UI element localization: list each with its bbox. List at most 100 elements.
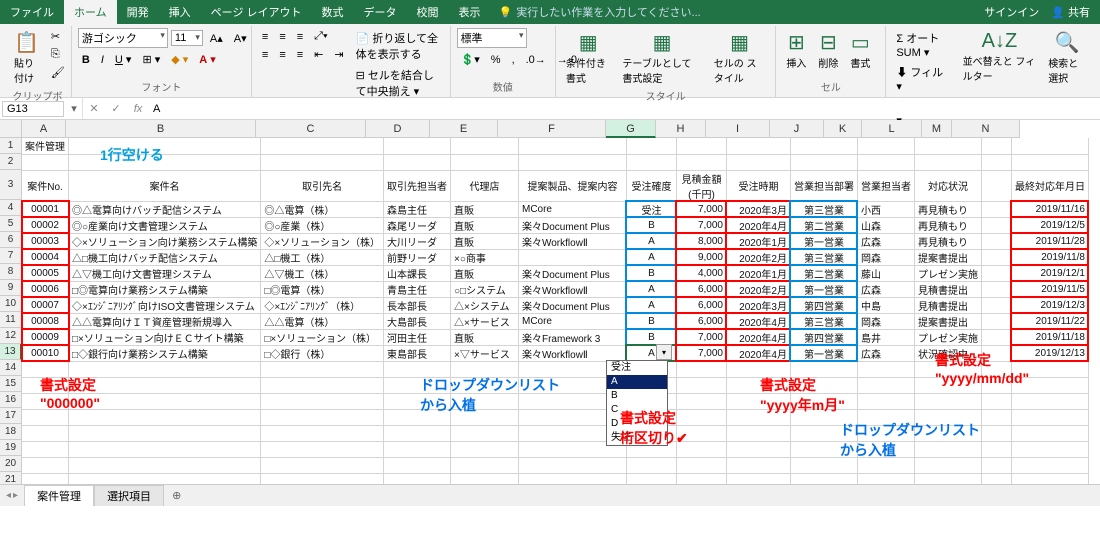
header-C[interactable]: 取引先名 xyxy=(261,170,384,201)
cell-E6[interactable]: 直販 xyxy=(450,233,518,249)
cell-I12[interactable]: 2020年4月 xyxy=(726,329,790,345)
cell-G11[interactable]: B xyxy=(626,313,676,329)
cell-F4[interactable]: MCore xyxy=(518,201,626,217)
row-header-20[interactable]: 20 xyxy=(0,456,22,472)
row-header-16[interactable]: 16 xyxy=(0,392,22,408)
header-M[interactable] xyxy=(981,170,1011,201)
col-header-D[interactable]: D xyxy=(366,120,430,138)
menu-tab-挿入[interactable]: 挿入 xyxy=(159,0,201,24)
paste-button[interactable]: 📋 貼り付け xyxy=(10,28,43,87)
row-header-18[interactable]: 18 xyxy=(0,424,22,440)
menu-tab-データ[interactable]: データ xyxy=(354,0,407,24)
cell-J8[interactable]: 第二営業 xyxy=(790,265,857,281)
dropdown-item-受注[interactable]: 受注 xyxy=(607,361,667,375)
currency-button[interactable]: 💲▾ xyxy=(457,51,484,68)
number-format-select[interactable]: 標準 xyxy=(457,28,527,48)
cell-M9[interactable] xyxy=(981,281,1011,297)
cell-H10[interactable]: 6,000 xyxy=(676,297,726,313)
indent-inc-button[interactable]: ⇥ xyxy=(330,46,347,63)
cell-A10[interactable]: 00007 xyxy=(22,297,69,313)
format-as-table-button[interactable]: ▦テーブルとして 書式設定 xyxy=(618,28,705,87)
align-center-button[interactable]: ≡ xyxy=(275,47,289,63)
percent-button[interactable]: % xyxy=(487,52,505,68)
row-header-17[interactable]: 17 xyxy=(0,408,22,424)
cell-A13[interactable]: 00010 xyxy=(22,345,69,361)
cell-H13[interactable]: 7,000 xyxy=(676,345,726,361)
cell-F6[interactable]: 楽々WorkflowⅡ xyxy=(518,233,626,249)
col-header-F[interactable]: F xyxy=(498,120,606,138)
fill-color-button[interactable]: ◆ ▾ xyxy=(167,51,192,68)
col-header-C[interactable]: C xyxy=(256,120,366,138)
cell-B13[interactable]: □◇銀行向け業務システム構築 xyxy=(69,345,261,361)
cell-J12[interactable]: 第四営業 xyxy=(790,329,857,345)
cell-L10[interactable]: 見積書提出 xyxy=(914,297,981,313)
validation-dropdown-list[interactable]: 受注ABCD失注 xyxy=(606,360,668,446)
format-painter-button[interactable]: 🖌 xyxy=(47,64,69,81)
cell-H11[interactable]: 6,000 xyxy=(676,313,726,329)
col-header-M[interactable]: M xyxy=(922,120,952,138)
cell-A7[interactable]: 00004 xyxy=(22,249,69,265)
cell-N4[interactable]: 2019/11/16 xyxy=(1011,201,1088,217)
cell-N7[interactable]: 2019/11/8 xyxy=(1011,249,1088,265)
cell-J7[interactable]: 第三営業 xyxy=(790,249,857,265)
cell-F11[interactable]: MCore xyxy=(518,313,626,329)
col-header-B[interactable]: B xyxy=(66,120,256,138)
increase-font-button[interactable]: A▴ xyxy=(206,30,227,47)
cell-L13[interactable]: 状況確認中 xyxy=(914,345,981,361)
row-header-3[interactable]: 3 xyxy=(0,170,22,200)
dropdown-item-A[interactable]: A xyxy=(607,375,667,389)
dropdown-item-失注[interactable]: 失注 xyxy=(607,431,667,445)
cell-C8[interactable]: △▽機工（株） xyxy=(261,265,384,281)
cell-A12[interactable]: 00009 xyxy=(22,329,69,345)
cell-F10[interactable]: 楽々Document Plus xyxy=(518,297,626,313)
cell-A11[interactable]: 00008 xyxy=(22,313,69,329)
cell-G10[interactable]: A xyxy=(626,297,676,313)
cell-L11[interactable]: 提案書提出 xyxy=(914,313,981,329)
cell-K12[interactable]: 島井 xyxy=(857,329,914,345)
cell-I6[interactable]: 2020年1月 xyxy=(726,233,790,249)
name-box-dropdown[interactable]: ▾ xyxy=(66,102,82,115)
col-header-L[interactable]: L xyxy=(862,120,922,138)
align-top-button[interactable]: ≡ xyxy=(258,29,272,45)
cell-C13[interactable]: □◇銀行（株） xyxy=(261,345,384,361)
comma-button[interactable]: , xyxy=(508,52,519,68)
font-color-button[interactable]: A ▾ xyxy=(195,51,220,68)
merge-center-button[interactable]: ⊟ セルを結合して中央揃え ▾ xyxy=(352,65,444,101)
row-header-9[interactable]: 9 xyxy=(0,280,22,296)
cell-D7[interactable]: 前野リーダ xyxy=(383,249,450,265)
col-header-I[interactable]: I xyxy=(706,120,770,138)
header-J[interactable]: 営業担当部署 xyxy=(790,170,857,201)
cell-F13[interactable]: 楽々WorkflowⅡ xyxy=(518,345,626,361)
cell-H5[interactable]: 7,000 xyxy=(676,217,726,233)
cell-M12[interactable] xyxy=(981,329,1011,345)
cell-N12[interactable]: 2019/11/18 xyxy=(1011,329,1088,345)
cell-I5[interactable]: 2020年4月 xyxy=(726,217,790,233)
menu-tab-ページ レイアウト[interactable]: ページ レイアウト xyxy=(201,0,312,24)
row-header-13[interactable]: 13 xyxy=(0,344,22,360)
border-button[interactable]: ⊞ ▾ xyxy=(138,51,164,68)
cell-M8[interactable] xyxy=(981,265,1011,281)
indent-dec-button[interactable]: ⇤ xyxy=(310,46,327,63)
fx-icon[interactable]: fx xyxy=(127,103,149,115)
cell-H8[interactable]: 4,000 xyxy=(676,265,726,281)
cell-N8[interactable]: 2019/12/1 xyxy=(1011,265,1088,281)
menu-tab-開発[interactable]: 開発 xyxy=(117,0,159,24)
cell-D5[interactable]: 森尾リーダ xyxy=(383,217,450,233)
col-header-E[interactable]: E xyxy=(430,120,498,138)
cell-L12[interactable]: プレゼン実施 xyxy=(914,329,981,345)
column-headers[interactable]: ABCDEFGHIJKLMN xyxy=(22,120,1020,138)
cell-J13[interactable]: 第一営業 xyxy=(790,345,857,361)
cell-K11[interactable]: 岡森 xyxy=(857,313,914,329)
cell-K6[interactable]: 広森 xyxy=(857,233,914,249)
wrap-text-button[interactable]: 📄 折り返して全体を表示する xyxy=(352,28,444,64)
row-header-12[interactable]: 12 xyxy=(0,328,22,344)
align-middle-button[interactable]: ≡ xyxy=(275,29,289,45)
menu-tab-ファイル[interactable]: ファイル xyxy=(0,0,64,24)
cell-K9[interactable]: 広森 xyxy=(857,281,914,297)
cell-A9[interactable]: 00006 xyxy=(22,281,69,297)
dropdown-arrow-icon[interactable]: ▾ xyxy=(656,344,672,360)
cut-button[interactable]: ✂ xyxy=(47,28,69,45)
cell-B5[interactable]: ◎○産業向け文書管理システム xyxy=(69,217,261,233)
header-B[interactable]: 案件名 xyxy=(69,170,261,201)
row-header-2[interactable]: 2 xyxy=(0,154,22,170)
